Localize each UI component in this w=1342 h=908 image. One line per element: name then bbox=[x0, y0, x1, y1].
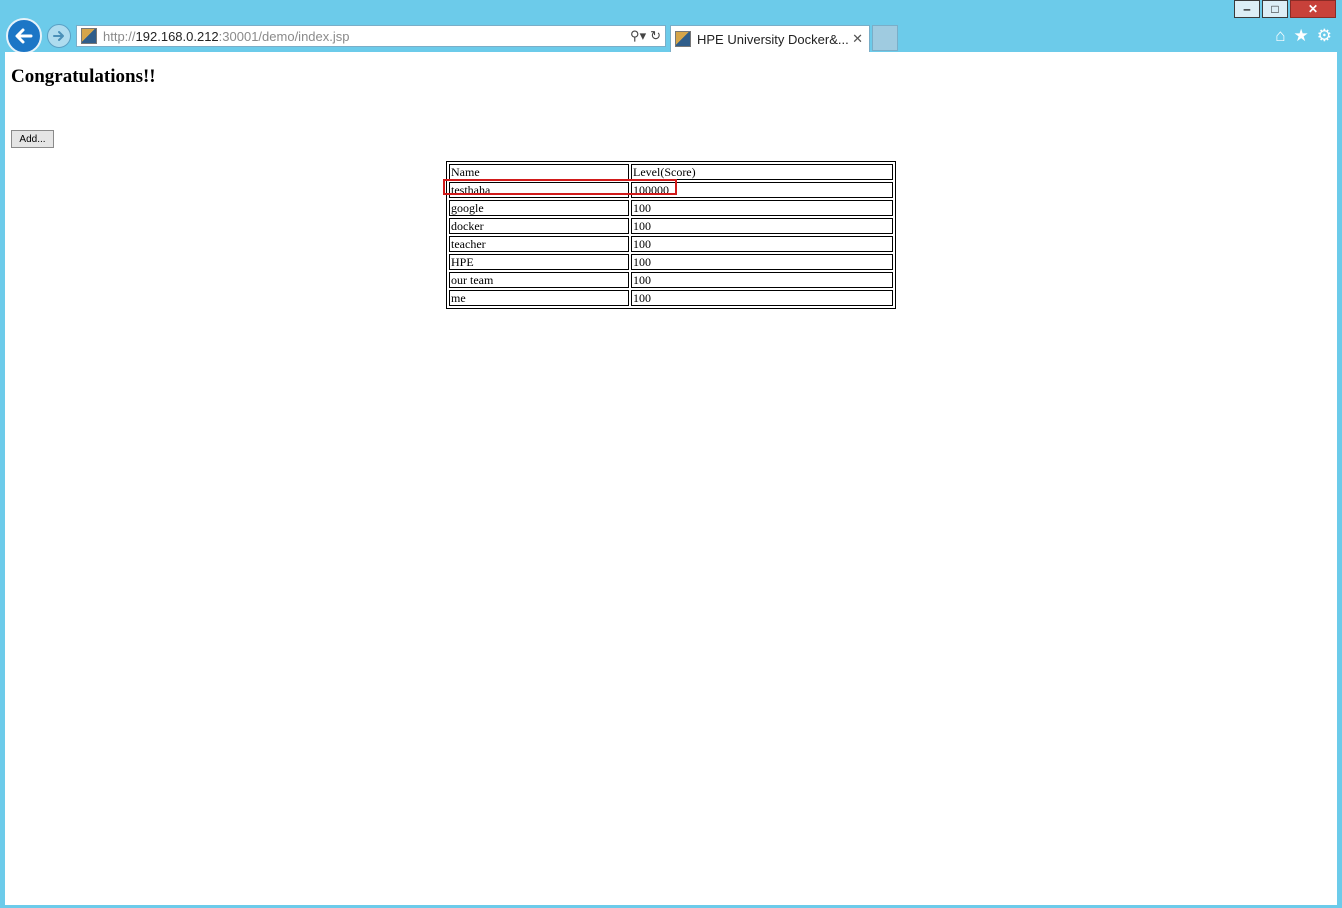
table-row: our team 100 bbox=[449, 272, 893, 288]
back-button[interactable] bbox=[6, 18, 42, 54]
cell-score: 100 bbox=[631, 290, 893, 306]
cell-name: HPE bbox=[449, 254, 629, 270]
cell-name: teacher bbox=[449, 236, 629, 252]
browser-chrome: ‒ □ ✕ http://192.168.0.212:30001/demo/in… bbox=[0, 0, 1342, 54]
back-arrow-icon bbox=[15, 28, 33, 44]
browser-toolbar: ⌂ ★ ⚙ bbox=[1267, 26, 1332, 46]
url-host: 192.168.0.212 bbox=[135, 28, 219, 44]
home-icon[interactable]: ⌂ bbox=[1275, 26, 1285, 46]
cell-name: our team bbox=[449, 272, 629, 288]
url-path: :30001/demo/index.jsp bbox=[218, 28, 350, 44]
close-window-button[interactable]: ✕ bbox=[1290, 0, 1336, 18]
maximize-button[interactable]: □ bbox=[1262, 0, 1288, 18]
cell-score: 100000 bbox=[631, 182, 893, 198]
header-name: Name bbox=[449, 164, 629, 180]
table-row: testhaha 100000 bbox=[449, 182, 893, 198]
address-bar[interactable]: http://192.168.0.212:30001/demo/index.js… bbox=[76, 25, 666, 47]
cell-name: google bbox=[449, 200, 629, 216]
address-bar-actions: ⚲▾ ↻ bbox=[626, 28, 661, 44]
url-prefix: http:// bbox=[103, 28, 136, 44]
page-viewport: Congratulations!! Add... Name Level(Scor… bbox=[5, 52, 1337, 905]
forward-button[interactable] bbox=[47, 24, 71, 48]
cell-name: testhaha bbox=[449, 182, 629, 198]
tab-title: HPE University Docker&... bbox=[697, 31, 849, 47]
url-text[interactable]: http://192.168.0.212:30001/demo/index.js… bbox=[103, 29, 626, 44]
minimize-button[interactable]: ‒ bbox=[1234, 0, 1260, 18]
tab-close-icon[interactable]: ✕ bbox=[852, 31, 863, 47]
tab-favicon-icon bbox=[675, 31, 691, 47]
table-row: google 100 bbox=[449, 200, 893, 216]
forward-arrow-icon bbox=[53, 31, 64, 41]
cell-score: 100 bbox=[631, 200, 893, 216]
new-tab-button[interactable] bbox=[872, 25, 898, 51]
table-row: HPE 100 bbox=[449, 254, 893, 270]
cell-name: me bbox=[449, 290, 629, 306]
page-favicon-icon bbox=[81, 28, 97, 44]
table-row: me 100 bbox=[449, 290, 893, 306]
search-icon[interactable]: ⚲▾ bbox=[630, 28, 646, 44]
cell-score: 100 bbox=[631, 236, 893, 252]
gear-icon[interactable]: ⚙ bbox=[1317, 26, 1332, 46]
cell-score: 100 bbox=[631, 218, 893, 234]
header-score: Level(Score) bbox=[631, 164, 893, 180]
cell-score: 100 bbox=[631, 254, 893, 270]
tab-active[interactable]: HPE University Docker&... ✕ bbox=[670, 25, 870, 52]
page-heading: Congratulations!! bbox=[11, 66, 156, 87]
refresh-icon[interactable]: ↻ bbox=[650, 28, 661, 44]
window-controls: ‒ □ ✕ bbox=[1232, 0, 1336, 18]
table-row: docker 100 bbox=[449, 218, 893, 234]
cell-score: 100 bbox=[631, 272, 893, 288]
star-icon[interactable]: ★ bbox=[1294, 26, 1309, 46]
score-table: Name Level(Score) testhaha 100000 google… bbox=[446, 161, 896, 309]
table-header-row: Name Level(Score) bbox=[449, 164, 893, 180]
add-button[interactable]: Add... bbox=[11, 130, 54, 148]
table-row: teacher 100 bbox=[449, 236, 893, 252]
cell-name: docker bbox=[449, 218, 629, 234]
